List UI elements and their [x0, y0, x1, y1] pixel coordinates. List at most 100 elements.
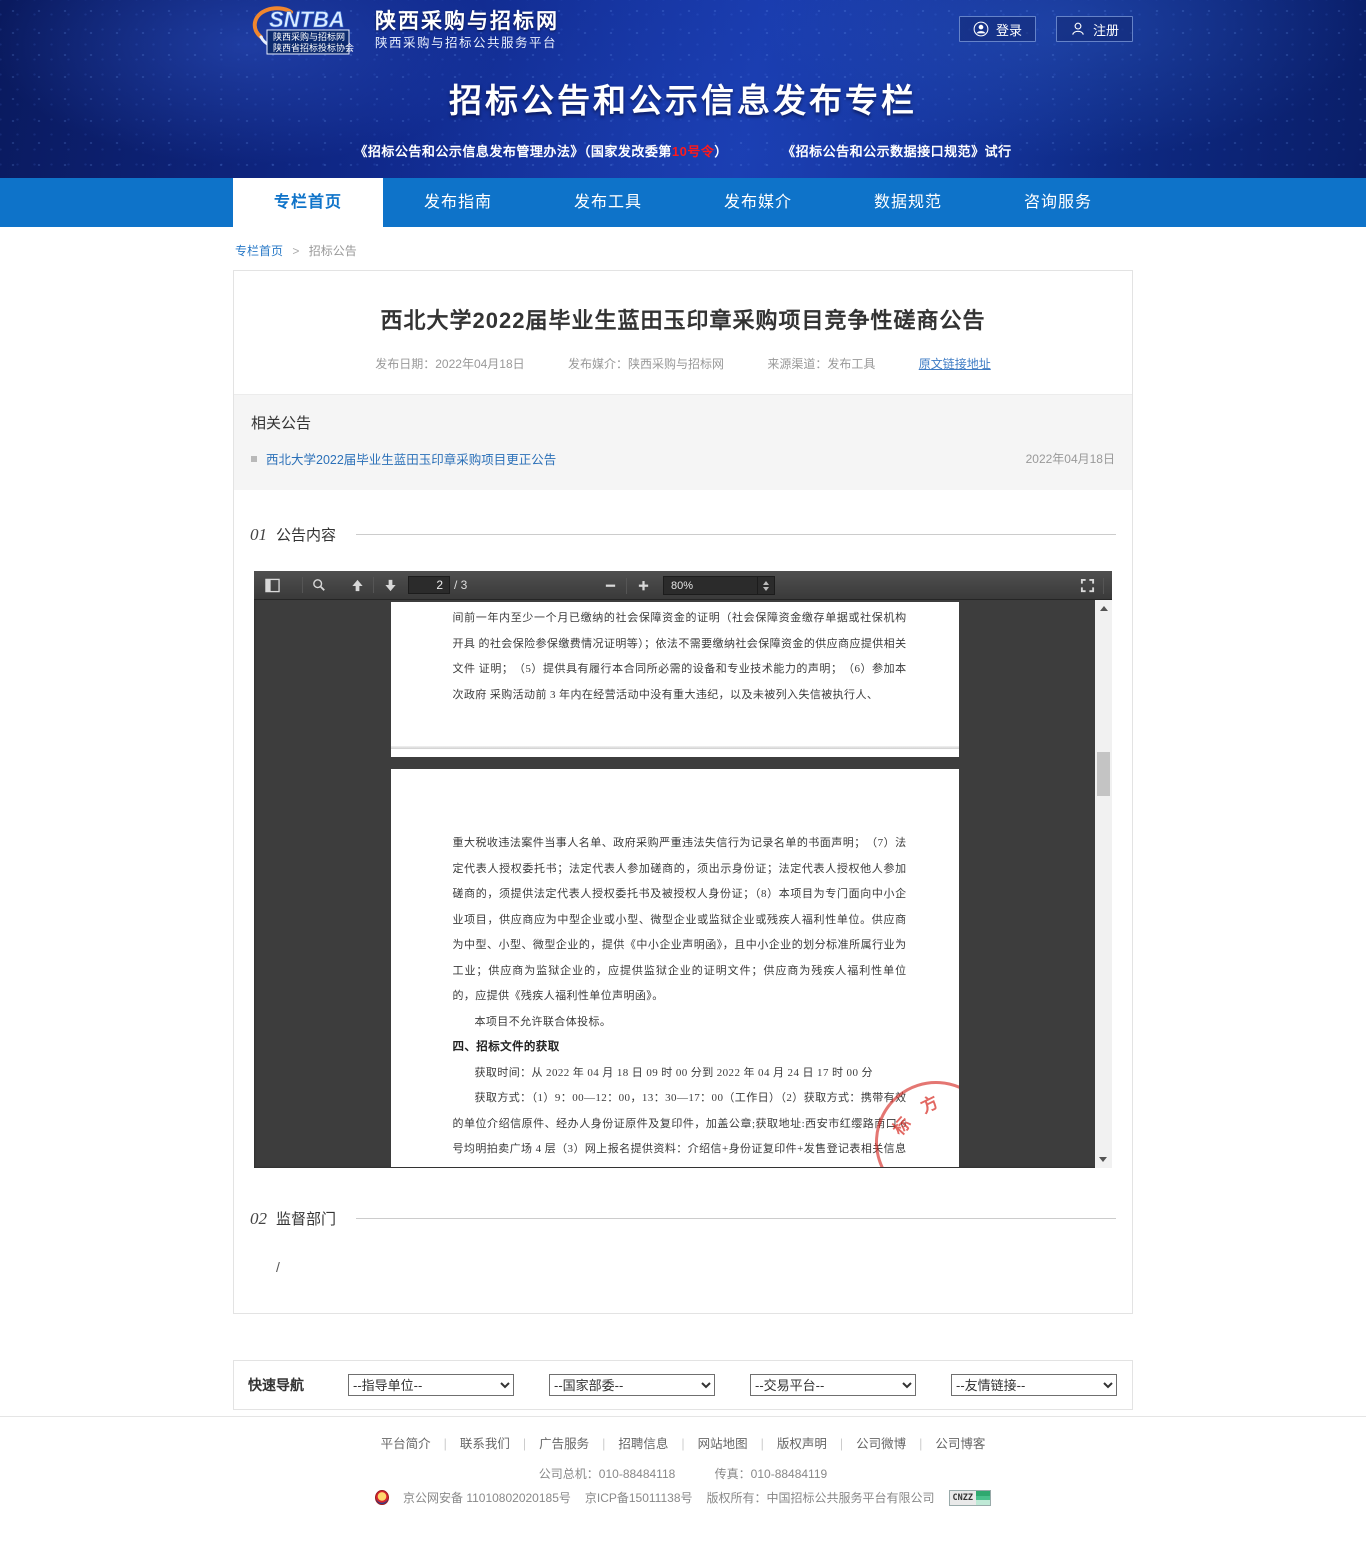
- footer-link-about[interactable]: 平台简介: [381, 1437, 431, 1451]
- related-announcement-link[interactable]: 西北大学2022届毕业生蓝田玉印章采购项目更正公告: [266, 449, 556, 468]
- footer-link-sitemap[interactable]: 网站地图: [698, 1437, 748, 1451]
- register-label: 注册: [1093, 20, 1119, 39]
- toolbar-separator: [1103, 578, 1104, 594]
- section-1-header: 01 公告内容: [234, 524, 1132, 545]
- pdf-page2-paragraph: 获取方式：（1）9：00—12：00，13：30—17：00（工作日）（2）获取…: [453, 1086, 907, 1167]
- main-nav: 专栏首页 发布指南 发布工具 发布媒介 数据规范 咨询服务: [0, 178, 1366, 227]
- trading-platform-select[interactable]: --交易平台--: [750, 1374, 916, 1396]
- source-channel: 来源渠道：发布工具: [767, 357, 875, 371]
- zoom-level-select[interactable]: 80%: [663, 576, 775, 595]
- page-up-icon[interactable]: [345, 574, 369, 596]
- quick-nav-bar: 快速导航 --指导单位-- --国家部委-- --交易平台-- --友情链接--: [233, 1360, 1133, 1410]
- login-button[interactable]: 登录: [959, 16, 1036, 42]
- breadcrumb-current: 招标公告: [309, 244, 357, 258]
- banner-title: 招标公告和公示信息发布专栏: [233, 74, 1133, 122]
- nav-tab-data-standard[interactable]: 数据规范: [833, 178, 983, 227]
- publish-date: 发布日期：2022年04月18日: [375, 357, 524, 371]
- scroll-down-icon[interactable]: [1099, 1157, 1107, 1166]
- quick-nav-label: 快速导航: [248, 1375, 304, 1395]
- zoom-controls: 80%: [598, 571, 775, 600]
- pdf-scrollbar[interactable]: [1095, 600, 1112, 1168]
- login-user-icon: [973, 21, 989, 37]
- search-icon[interactable]: [307, 574, 331, 596]
- footer-link-jobs[interactable]: 招聘信息: [618, 1437, 668, 1451]
- register-user-icon: [1070, 21, 1086, 37]
- site-header: SNTBA 陕西采购与招标网 陕西省招标投标协会 陕西采购与招标网 陕西采购与招…: [0, 0, 1366, 178]
- nav-tab-publish-guide[interactable]: 发布指南: [383, 178, 533, 227]
- footer-pipe: |: [444, 1437, 447, 1451]
- footer-legal-line: 京公网安备 11010802020185号 京ICP备15011138号 版权所…: [0, 1489, 1366, 1506]
- footer-link-copyright[interactable]: 版权声明: [777, 1437, 827, 1451]
- page-root: SNTBA 陕西采购与招标网 陕西省招标投标协会 陕西采购与招标网 陕西采购与招…: [0, 0, 1366, 1546]
- scrollbar-thumb[interactable]: [1097, 752, 1110, 796]
- stamp-char: 标: [886, 1111, 917, 1141]
- footer-links: 平台简介|联系我们|广告服务|招聘信息|网站地图|版权声明|公司微博|公司博客: [0, 1433, 1366, 1452]
- section-2-title: 监督部门: [276, 1208, 336, 1229]
- footer-link-blog[interactable]: 公司博客: [935, 1437, 985, 1451]
- pdf-page2-paragraph: 本项目不允许联合体投标。: [453, 1010, 907, 1036]
- page-down-icon[interactable]: [378, 574, 402, 596]
- section-1-number: 01: [250, 525, 267, 545]
- guide-units-select[interactable]: --指导单位--: [348, 1374, 514, 1396]
- cnzz-label: CNZZ: [950, 1491, 976, 1505]
- logo-acronym: SNTBA: [269, 7, 345, 32]
- footer-beian1: 京公网安备 11010802020185号: [403, 1489, 571, 1506]
- section-2-header: 02 监督部门: [234, 1208, 1132, 1229]
- origin-link[interactable]: 原文链接地址: [919, 357, 991, 371]
- pdf-toolbar: / 3 80%: [254, 571, 1112, 600]
- footer-pipe: |: [761, 1437, 764, 1451]
- site-title: 陕西采购与招标网: [375, 9, 559, 35]
- toolbar-separator: [373, 577, 374, 593]
- nav-tab-publish-tools[interactable]: 发布工具: [533, 178, 683, 227]
- section-1-title: 公告内容: [276, 524, 336, 545]
- related-announcement-date: 2022年04月18日: [1026, 450, 1115, 467]
- logo-graphic-icon: SNTBA 陕西采购与招标网 陕西省招标投标协会: [247, 3, 365, 57]
- footer-fax: 传真：010-88484119: [715, 1467, 828, 1481]
- zoom-in-icon[interactable]: [631, 575, 655, 597]
- bullet-icon: [251, 456, 257, 462]
- police-badge-icon: [375, 1490, 389, 1505]
- nav-tab-publish-media[interactable]: 发布媒介: [683, 178, 833, 227]
- nav-tab-consult-service[interactable]: 咨询服务: [983, 178, 1133, 227]
- fullscreen-icon[interactable]: [1075, 575, 1099, 597]
- banner-subtitle-right: 《招标公告和公示数据接口规范》试行: [782, 144, 1012, 159]
- article-container: 西北大学2022届毕业生蓝田玉印章采购项目竞争性磋商公告 发布日期：2022年0…: [233, 270, 1133, 1314]
- sidebar-toggle-icon[interactable]: [260, 574, 284, 596]
- logo-badge-line1: 陕西采购与招标网: [273, 31, 345, 42]
- zoom-level-value: 80%: [671, 580, 693, 592]
- pdf-content-area: 间前一年内至少一个月已缴纳的社会保障资金的证明（社会保障资金缴存单据或社保机构开…: [254, 600, 1095, 1168]
- breadcrumb: 专栏首页 > 招标公告: [233, 227, 1133, 270]
- register-button[interactable]: 注册: [1056, 16, 1133, 42]
- footer-pipe: |: [919, 1437, 922, 1451]
- site-logo[interactable]: SNTBA 陕西采购与招标网 陕西省招标投标协会 陕西采购与招标网 陕西采购与招…: [247, 3, 559, 57]
- pdf-page2-paragraph: 重大税收违法案件当事人名单、政府采购严重违法失信行为记录名单的书面声明； （7）…: [453, 831, 907, 1010]
- breadcrumb-home-link[interactable]: 专栏首页: [235, 244, 283, 258]
- banner-subtitle: 《招标公告和公示信息发布管理办法》（国家发改委第10号令） 《招标公告和公示数据…: [233, 141, 1133, 160]
- footer-pipe: |: [840, 1437, 843, 1451]
- scroll-up-icon[interactable]: [1095, 600, 1112, 615]
- page-total-label: / 3: [454, 578, 467, 592]
- toolbar-separator: [626, 578, 627, 594]
- pdf-page-2: 重大税收违法案件当事人名单、政府采购严重违法失信行为记录名单的书面声明； （7）…: [391, 769, 959, 1167]
- section-divider: [356, 1218, 1116, 1219]
- state-ministries-select[interactable]: --国家部委--: [549, 1374, 715, 1396]
- stamp-star-icon: ★: [902, 1162, 938, 1167]
- related-announcements: 相关公告 西北大学2022届毕业生蓝田玉印章采购项目更正公告 2022年04月1…: [234, 394, 1132, 490]
- footer-pipe: |: [681, 1437, 684, 1451]
- breadcrumb-separator: >: [292, 244, 299, 258]
- list-item: 西北大学2022届毕业生蓝田玉印章采购项目更正公告 2022年04月18日: [251, 449, 1115, 468]
- login-label: 登录: [996, 20, 1022, 39]
- pdf-viewer: / 3 80%: [254, 571, 1112, 1168]
- nav-tab-home[interactable]: 专栏首页: [233, 178, 383, 227]
- zoom-out-icon[interactable]: [598, 575, 622, 597]
- friend-links-select[interactable]: --友情链接--: [951, 1374, 1117, 1396]
- footer-link-contact[interactable]: 联系我们: [460, 1437, 510, 1451]
- pdf-page2-paragraph: 获取时间：从 2022 年 04 月 18 日 09 时 00 分到 2022 …: [453, 1061, 907, 1087]
- supervision-content: /: [234, 1229, 1132, 1275]
- page-number-input[interactable]: [408, 576, 450, 594]
- related-heading: 相关公告: [251, 412, 1115, 433]
- footer-link-ads[interactable]: 广告服务: [539, 1437, 589, 1451]
- cnzz-badge[interactable]: CNZZ: [949, 1490, 991, 1506]
- spinner-arrows-icon: [757, 577, 774, 594]
- footer-link-weibo[interactable]: 公司微博: [856, 1437, 906, 1451]
